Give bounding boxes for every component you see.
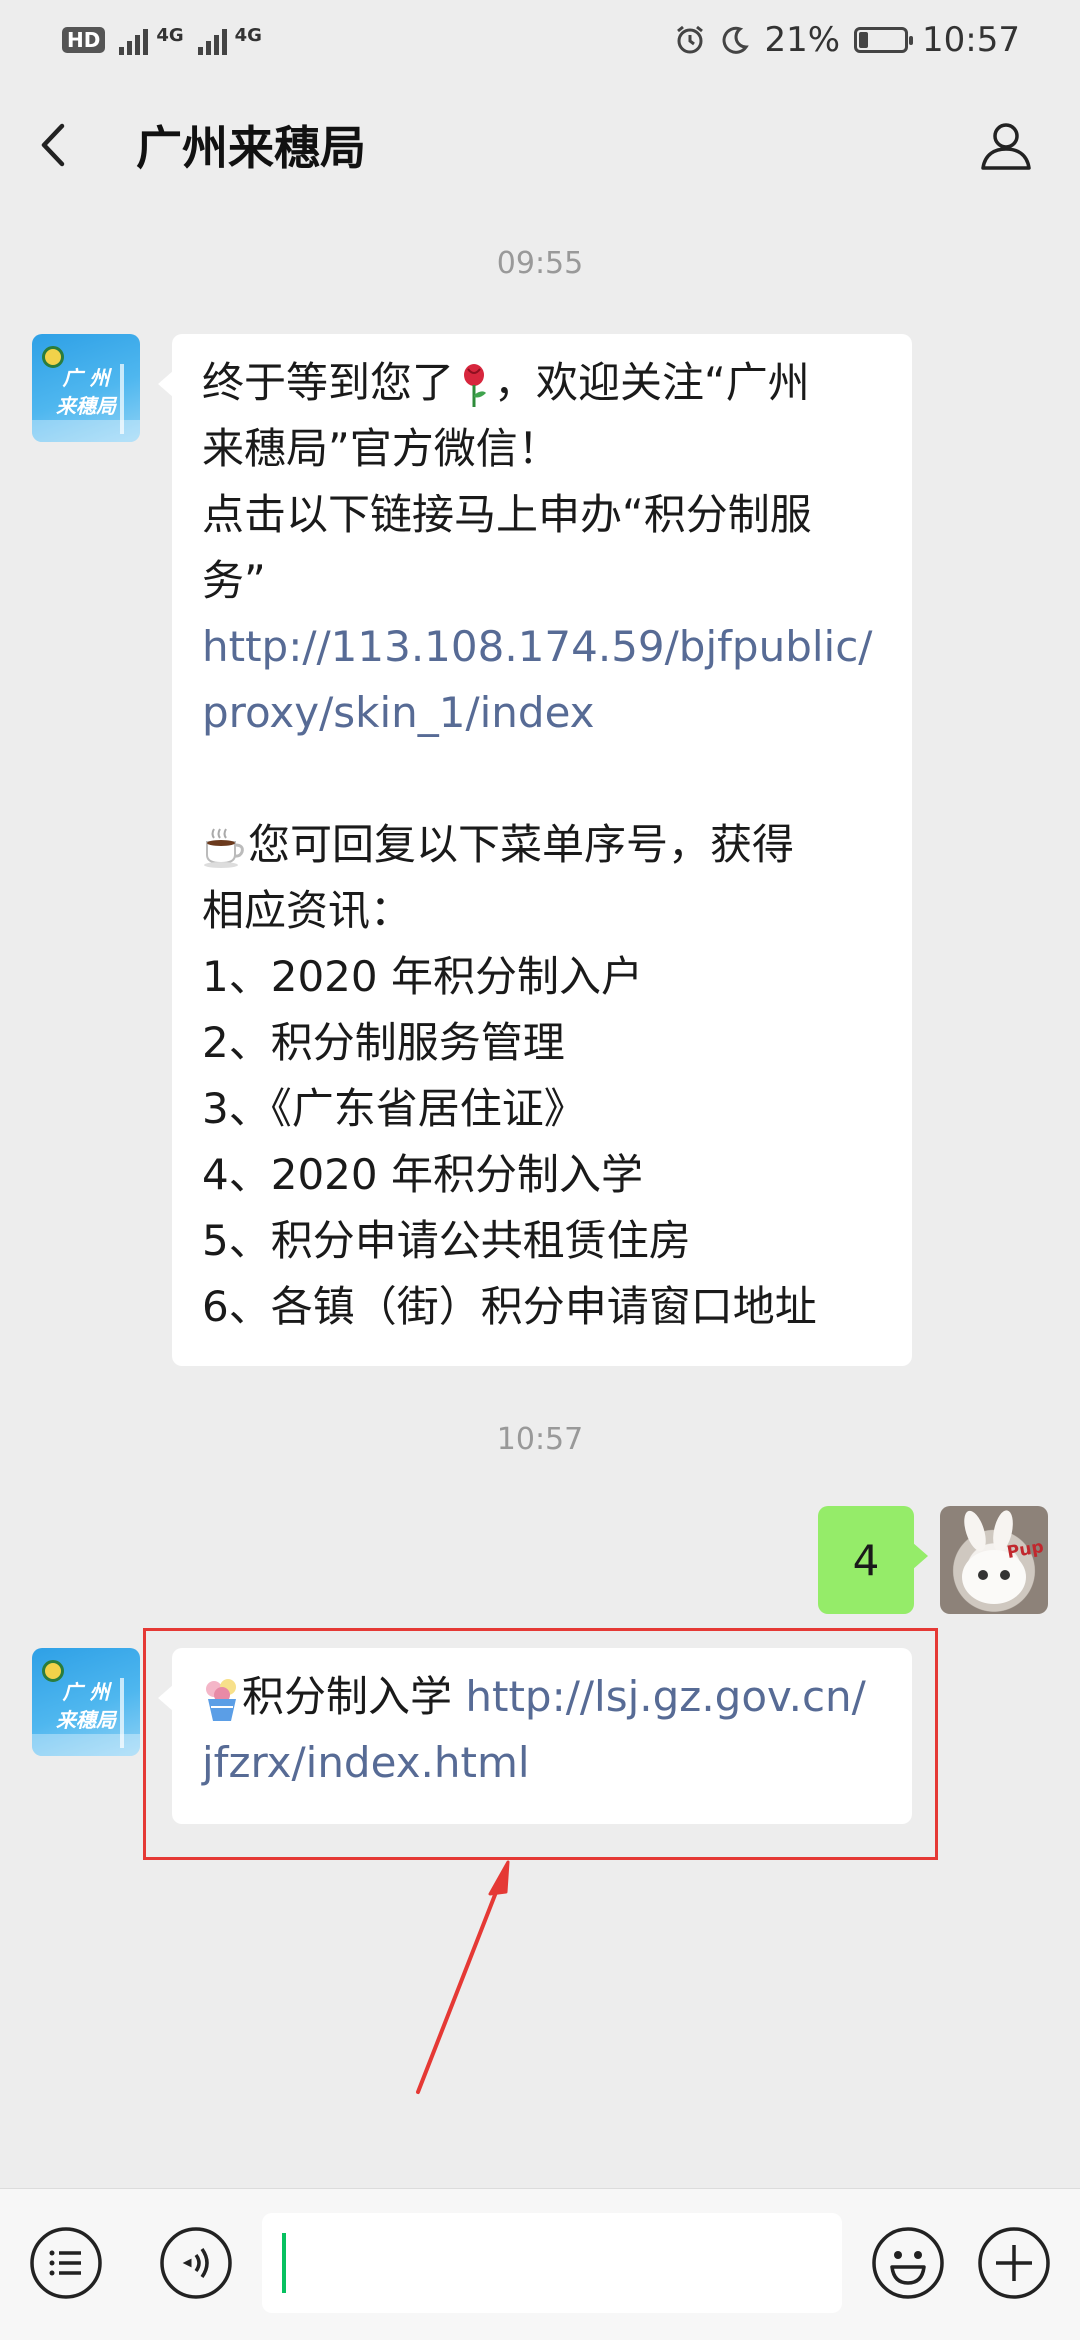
message-line: 相应资讯：: [202, 886, 413, 935]
chat-header: 广州来穗局: [0, 80, 1080, 210]
plus-button[interactable]: [976, 2225, 1052, 2301]
service-link[interactable]: http://113.108.174.59/bjfpublic/: [202, 614, 882, 680]
message-line: 务”: [202, 556, 266, 605]
icecream-emoji-icon: [206, 1678, 236, 1721]
alarm-icon: [677, 25, 704, 54]
message-input[interactable]: [262, 2213, 842, 2313]
voice-button[interactable]: [158, 2225, 234, 2301]
status-bar: HD 4G 4G 21% 10:57: [0, 0, 1080, 80]
contact-avatar[interactable]: 广 州来穗局: [32, 334, 140, 442]
menu-item: 5、积分申请公共租赁住房: [202, 1216, 691, 1265]
menu-button[interactable]: [28, 2225, 104, 2301]
coffee-emoji-icon: [204, 827, 244, 868]
profile-button[interactable]: [966, 105, 1046, 185]
reply-message-bubble[interactable]: 积分制入学 http://lsj.gz.gov.cn/ jfzrx/index.…: [158, 1648, 912, 1824]
person-icon: [981, 123, 1031, 170]
moon-icon: [722, 26, 750, 54]
contact-avatar[interactable]: 广 州来穗局: [32, 1648, 140, 1756]
enrollment-link-cont[interactable]: jfzrx/index.html: [202, 1730, 882, 1796]
network-label-2: 4G: [234, 25, 262, 46]
signal-icon-2: [197, 25, 227, 55]
user-avatar[interactable]: Pup: [940, 1506, 1048, 1614]
rose-emoji-icon: [464, 363, 487, 407]
chevron-left-icon: [41, 123, 65, 167]
back-button[interactable]: [34, 105, 94, 185]
menu-item: 3、《广东省居住证》: [202, 1084, 586, 1133]
message-line: 终于等到您了 ，欢迎关注“广州: [202, 358, 810, 407]
timestamp: 09:55: [496, 246, 584, 281]
smiley-icon: [872, 2227, 944, 2299]
menu-item: 1、2020 年积分制入户: [202, 952, 643, 1001]
menu-item: 2、积分制服务管理: [202, 1018, 565, 1067]
page-title: 广州来穗局: [136, 121, 366, 175]
avatar-tag: Pup: [1005, 1536, 1046, 1564]
input-toolbar: [0, 2188, 1080, 2340]
battery-percent: 21%: [764, 20, 841, 60]
avatar-logo-text: 广 州来穗局: [56, 1680, 116, 1732]
battery-icon: [854, 27, 914, 53]
emoji-button[interactable]: [870, 2225, 946, 2301]
status-left: HD 4G 4G: [62, 25, 262, 55]
message-line: 积分制入学 http://lsj.gz.gov.cn/: [202, 1664, 882, 1730]
status-time: 10:57: [922, 20, 1020, 60]
timestamp: 10:57: [496, 1422, 584, 1457]
welcome-message-bubble[interactable]: 终于等到您了 ，欢迎关注“广州 来穗局”官方微信！ 点击以下链接马上申办“积分制…: [158, 334, 912, 1366]
sent-message-bubble[interactable]: 4: [818, 1506, 928, 1614]
status-right: 21% 10:57: [674, 20, 1020, 60]
network-label-1: 4G: [156, 25, 184, 46]
service-link-cont[interactable]: proxy/skin_1/index: [202, 680, 882, 746]
hd-badge: HD: [62, 27, 106, 53]
message-line: 点击以下链接马上申办“积分制服: [202, 490, 812, 539]
list-menu-icon: [30, 2227, 102, 2299]
menu-item: 6、各镇（街）积分申请窗口地址: [202, 1282, 817, 1331]
message-line: 您可回复以下菜单序号，获得: [202, 812, 882, 878]
plus-icon: [978, 2227, 1050, 2299]
message-line: 来穗局”官方微信！: [202, 424, 560, 473]
text-cursor: [282, 2233, 286, 2293]
signal-icon-1: [119, 25, 149, 55]
menu-item: 4、2020 年积分制入学: [202, 1150, 643, 1199]
voice-icon: [160, 2227, 232, 2299]
enrollment-link[interactable]: http://lsj.gz.gov.cn/: [465, 1672, 865, 1721]
avatar-logo-text: 广 州来穗局: [56, 366, 116, 418]
